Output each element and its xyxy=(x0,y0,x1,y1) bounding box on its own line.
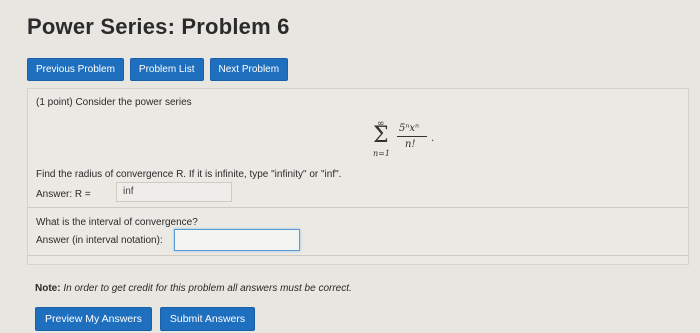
radius-answer-field[interactable]: inf xyxy=(116,182,232,202)
submit-answers-button[interactable]: Submit Answers xyxy=(159,307,256,331)
answer-interval-label: Answer (in interval notation): xyxy=(36,235,163,246)
previous-problem-button[interactable]: Previous Problem xyxy=(27,58,124,81)
question-radius: Find the radius of convergence R. If it … xyxy=(36,169,342,180)
next-problem-button[interactable]: Next Problem xyxy=(209,58,289,81)
note-label: Note: xyxy=(35,283,61,294)
sum-lower-limit: n=1 xyxy=(373,149,390,158)
interval-answer-field[interactable] xyxy=(174,229,300,251)
question-interval: What is the interval of convergence? xyxy=(36,217,198,228)
formula-period: . xyxy=(431,133,435,144)
answer-radius-label: Answer: R = xyxy=(36,189,91,200)
preview-answers-button[interactable]: Preview My Answers xyxy=(35,307,152,331)
form-actions: Preview My Answers Submit Answers xyxy=(35,307,256,331)
fraction-bar xyxy=(397,136,427,137)
page-title: Power Series: Problem 6 xyxy=(27,14,290,39)
note: Note: In order to get credit for this pr… xyxy=(35,283,352,294)
problem-list-button[interactable]: Problem List xyxy=(129,58,204,81)
note-text: In order to get credit for this problem … xyxy=(63,283,352,294)
sigma-symbol: Σ xyxy=(373,123,389,148)
fraction-numerator: 5ⁿxⁿ xyxy=(399,123,420,134)
problem-box: (1 point) Consider the power series ∞ Σ … xyxy=(27,88,689,265)
problem-nav: Previous Problem Problem List Next Probl… xyxy=(27,58,289,81)
divider xyxy=(28,207,688,208)
divider xyxy=(28,255,688,256)
problem-statement: (1 point) Consider the power series xyxy=(36,97,192,108)
fraction-denominator: n! xyxy=(405,139,416,150)
